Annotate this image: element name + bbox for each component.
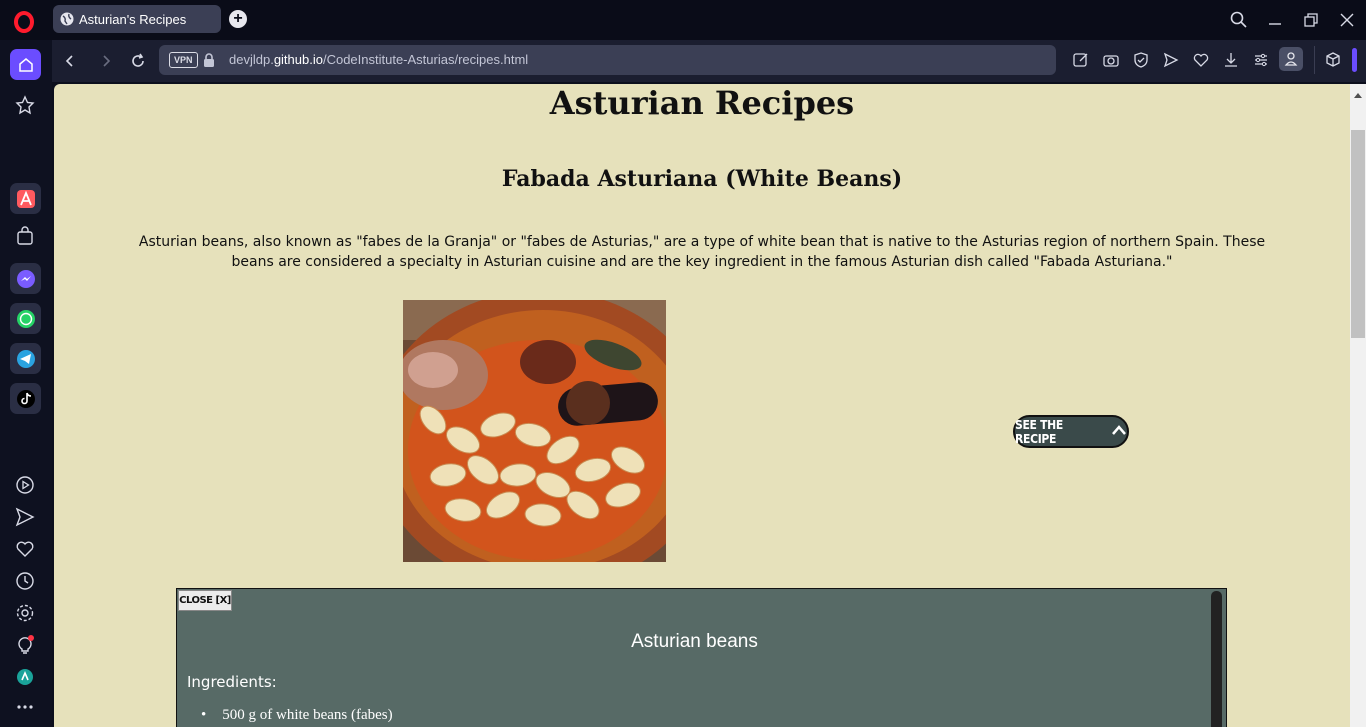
recipe-description: Asturian beans, also known as "fabes de …	[138, 234, 1266, 270]
aria-small-icon[interactable]	[14, 666, 36, 688]
see-recipe-button[interactable]: SEE THE RECIPE	[1013, 415, 1129, 448]
restore-icon[interactable]	[1301, 10, 1321, 30]
url-domain: github.io	[273, 52, 323, 67]
scroll-up-arrow-icon[interactable]	[1353, 86, 1363, 98]
tips-lightbulb-icon[interactable]	[14, 634, 36, 656]
download-icon[interactable]	[1222, 51, 1240, 69]
extensions-icon[interactable]	[1324, 51, 1342, 69]
minimize-icon[interactable]	[1265, 10, 1285, 30]
messenger-icon[interactable]	[10, 263, 41, 294]
back-icon[interactable]	[60, 51, 80, 71]
player-icon[interactable]	[14, 474, 36, 496]
ingredients-heading: Ingredients:	[187, 673, 277, 691]
tab-title: Asturian's Recipes	[79, 11, 187, 27]
url-prefix: devjldp.	[229, 52, 274, 67]
url-bar[interactable]: VPN devjldp.github.io/CodeInstitute-Astu…	[159, 45, 1056, 75]
search-icon[interactable]	[1229, 10, 1249, 30]
easy-setup-icon[interactable]	[1252, 51, 1270, 69]
forward-icon[interactable]	[96, 51, 116, 71]
profile-icon[interactable]	[1279, 47, 1303, 71]
telegram-icon[interactable]	[10, 343, 41, 374]
browser-sidebar	[0, 40, 52, 727]
ingredient-item: 500 g of white beans (fabes)	[201, 707, 392, 724]
edit-icon[interactable]	[1072, 51, 1090, 69]
recipe-title: Fabada Asturiana (White Beans)	[501, 166, 903, 192]
heart-icon[interactable]	[1192, 51, 1210, 69]
see-recipe-label: SEE THE RECIPE	[1015, 417, 1063, 446]
whatsapp-icon[interactable]	[10, 303, 41, 334]
shield-icon[interactable]	[1132, 51, 1150, 69]
address-toolbar: VPN devjldp.github.io/CodeInstitute-Astu…	[52, 40, 1366, 82]
history-icon[interactable]	[14, 570, 36, 592]
web-page: Asturian Recipes Fabada Asturiana (White…	[54, 84, 1350, 727]
home-icon[interactable]	[10, 49, 41, 80]
reload-icon[interactable]	[128, 51, 148, 71]
flow-icon[interactable]	[14, 506, 36, 528]
tiktok-icon[interactable]	[10, 383, 41, 414]
close-panel-button[interactable]: CLOSE [X]	[178, 590, 232, 611]
settings-gear-icon[interactable]	[14, 602, 36, 624]
page-title: Asturian Recipes	[549, 84, 855, 122]
url-path: /CodeInstitute-Asturias/recipes.html	[322, 52, 529, 67]
opera-logo-icon[interactable]	[12, 10, 36, 34]
sidebar-setup-indicator[interactable]	[1352, 48, 1357, 72]
aria-icon[interactable]	[10, 183, 41, 214]
close-window-icon[interactable]	[1337, 10, 1357, 30]
toolbar-divider	[1314, 46, 1315, 74]
browser-tab[interactable]: Asturian's Recipes	[53, 5, 221, 33]
more-icon[interactable]	[14, 696, 36, 718]
shopping-bag-icon[interactable]	[14, 225, 36, 247]
fabada-dish-image	[403, 300, 666, 562]
new-tab-button[interactable]: +	[229, 10, 247, 28]
camera-icon[interactable]	[1102, 51, 1120, 69]
vpn-badge[interactable]: VPN	[169, 52, 198, 68]
panel-scrollbar[interactable]	[1211, 591, 1222, 727]
tab-strip: Asturian's Recipes +	[0, 0, 1366, 40]
send-icon[interactable]	[1162, 51, 1180, 69]
chevron-up-icon	[1111, 424, 1127, 439]
globe-icon	[60, 12, 74, 26]
recipe-panel: CLOSE [X] Asturian beans Ingredients: 50…	[176, 588, 1227, 727]
pinboard-heart-icon[interactable]	[14, 538, 36, 560]
lock-icon[interactable]	[203, 53, 215, 67]
star-icon[interactable]	[14, 94, 36, 116]
url-text: devjldp.github.io/CodeInstitute-Asturias…	[229, 52, 528, 67]
panel-title: Asturian beans	[631, 631, 758, 652]
ingredients-list: 500 g of white beans (fabes)	[201, 707, 392, 724]
page-scrollbar-thumb[interactable]	[1351, 130, 1365, 338]
